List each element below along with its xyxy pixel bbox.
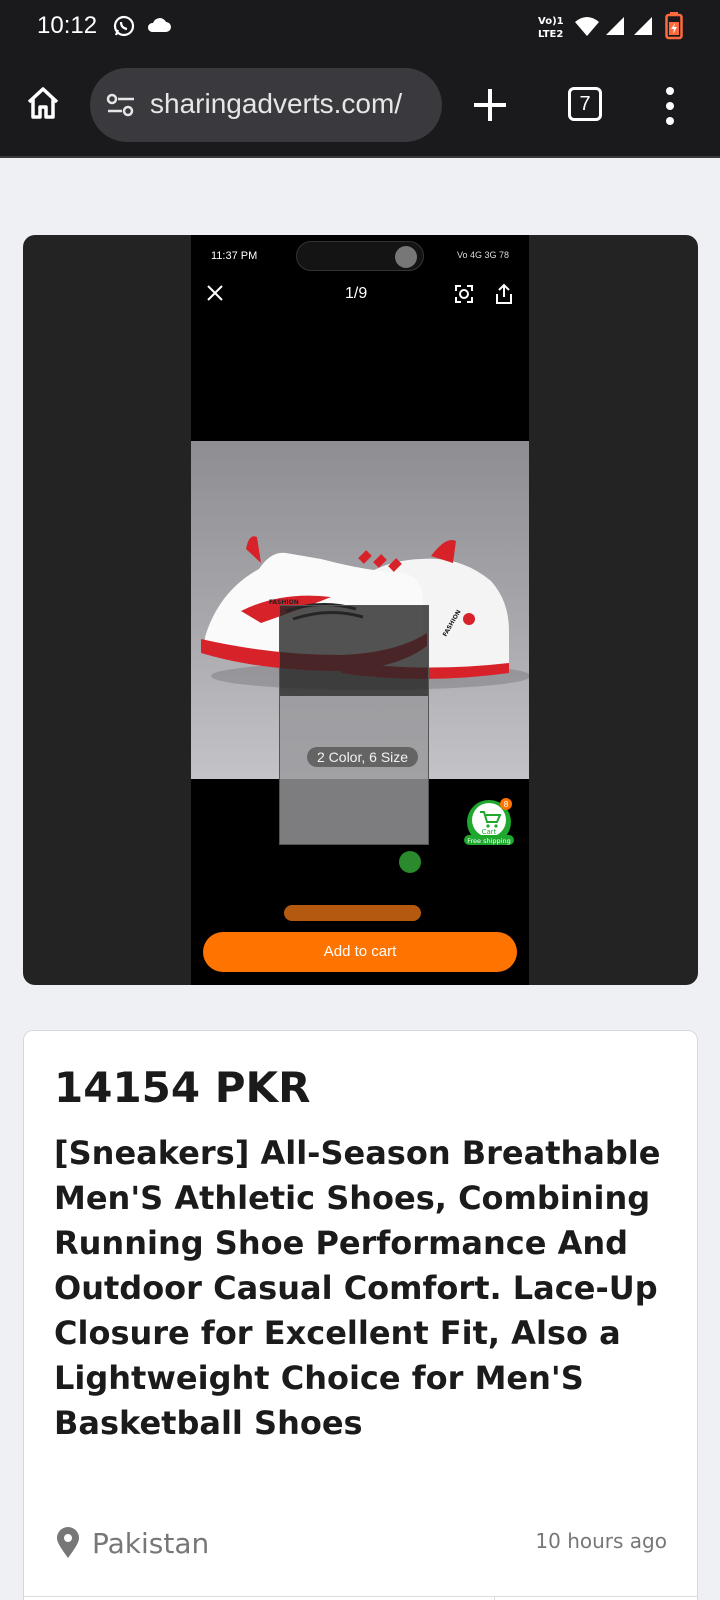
listing-details-card: 14154 PKR [Sneakers] All-Season Breathab…: [23, 1030, 698, 1600]
svg-text:Vo)1: Vo)1: [538, 16, 564, 27]
avatar: [395, 246, 417, 268]
posted-time: 10 hours ago: [535, 1529, 667, 1553]
screenshot-image: 11:37 PM Vo 4G 3G 78 1/9 FASHION FASHION…: [191, 235, 529, 985]
whatsapp-icon: [112, 14, 136, 42]
add-to-cart-button: Add to cart: [203, 932, 517, 972]
wifi-icon: [574, 14, 600, 42]
status-bar: 10:12 Vo)1 LTE2: [0, 0, 720, 54]
listing-title: [Sneakers] All-Season Breathable Men'S A…: [54, 1134, 661, 1442]
address-bar[interactable]: sharingadverts.com/: [90, 68, 442, 142]
cart-label: Cart: [482, 828, 497, 836]
tab-switcher-button[interactable]: 7: [568, 87, 602, 121]
site-settings-icon[interactable]: [106, 92, 136, 122]
home-icon[interactable]: [24, 84, 68, 128]
nested-screenshot: [279, 605, 429, 845]
location-text: Pakistan: [92, 1527, 210, 1560]
nested-cart-icon: [399, 851, 421, 873]
close-icon: [205, 283, 225, 307]
nested-screenshot-photo: [280, 696, 428, 844]
cloud-icon: [146, 16, 172, 38]
browser-toolbar: sharingadverts.com/ 7: [0, 54, 720, 158]
location-pin-icon: [56, 1527, 80, 1563]
color-size-chip: 2 Color, 6 Size: [307, 747, 419, 767]
new-tab-icon[interactable]: [470, 85, 510, 129]
signal-icon: [604, 14, 626, 40]
screenshot-dynamic-island: [296, 241, 424, 271]
cart-count: 8: [503, 800, 508, 809]
nested-add-to-cart: [284, 905, 421, 921]
screenshot-indicators: Vo 4G 3G 78: [456, 250, 509, 260]
battery-icon: [665, 12, 683, 44]
screenshot-time: 11:37 PM: [211, 250, 258, 262]
image-counter: 1/9: [345, 285, 368, 302]
volte-icon: Vo)1 LTE2: [536, 13, 566, 43]
signal-icon: [632, 14, 654, 40]
price: 14154 PKR: [54, 1063, 311, 1112]
svg-text:LTE2: LTE2: [538, 29, 563, 39]
divider: [24, 1596, 697, 1597]
status-time: 10:12: [37, 12, 98, 39]
lens-icon: [453, 283, 475, 309]
nested-screenshot-header: [280, 606, 428, 696]
free-shipping-label: Free shipping: [467, 837, 510, 845]
cart-badge: Cart Free shipping 8: [464, 798, 514, 845]
share-icon: [493, 283, 515, 309]
url-text[interactable]: sharingadverts.com/: [150, 88, 430, 120]
more-menu-icon[interactable]: [664, 86, 676, 130]
screenshot-status-bar: 11:37 PM Vo 4G 3G 78: [191, 235, 529, 275]
listing-image[interactable]: 11:37 PM Vo 4G 3G 78 1/9 FASHION FASHION…: [23, 235, 698, 985]
